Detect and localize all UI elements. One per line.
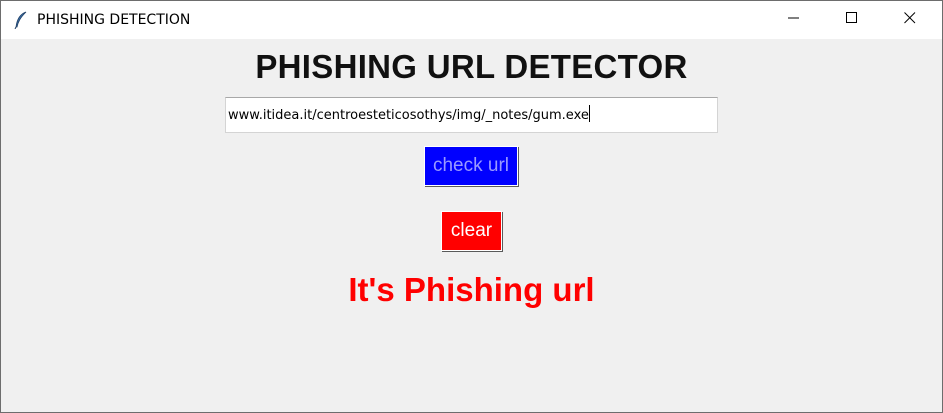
clear-button[interactable]: clear: [441, 211, 502, 251]
title-bar[interactable]: PHISHING DETECTION: [1, 1, 942, 39]
app-window: PHISHING DETECTION PHISHING URL DETECTOR…: [0, 0, 943, 413]
url-input[interactable]: www.itidea.it/centroesteticosothys/img/_…: [225, 97, 718, 133]
minimize-button[interactable]: [771, 1, 817, 39]
feather-icon: [14, 11, 28, 30]
maximize-icon: [846, 11, 858, 29]
page-title: PHISHING URL DETECTOR: [255, 48, 688, 85]
window-title: PHISHING DETECTION: [37, 12, 191, 28]
maximize-button[interactable]: [829, 1, 875, 39]
close-button[interactable]: [887, 1, 933, 39]
text-caret: [588, 105, 590, 122]
close-icon: [904, 11, 916, 29]
result-message: It's Phishing url: [348, 271, 595, 308]
minimize-icon: [788, 11, 800, 29]
url-input-value: www.itidea.it/centroesteticosothys/img/_…: [228, 108, 589, 123]
check-url-button[interactable]: check url: [424, 146, 518, 186]
